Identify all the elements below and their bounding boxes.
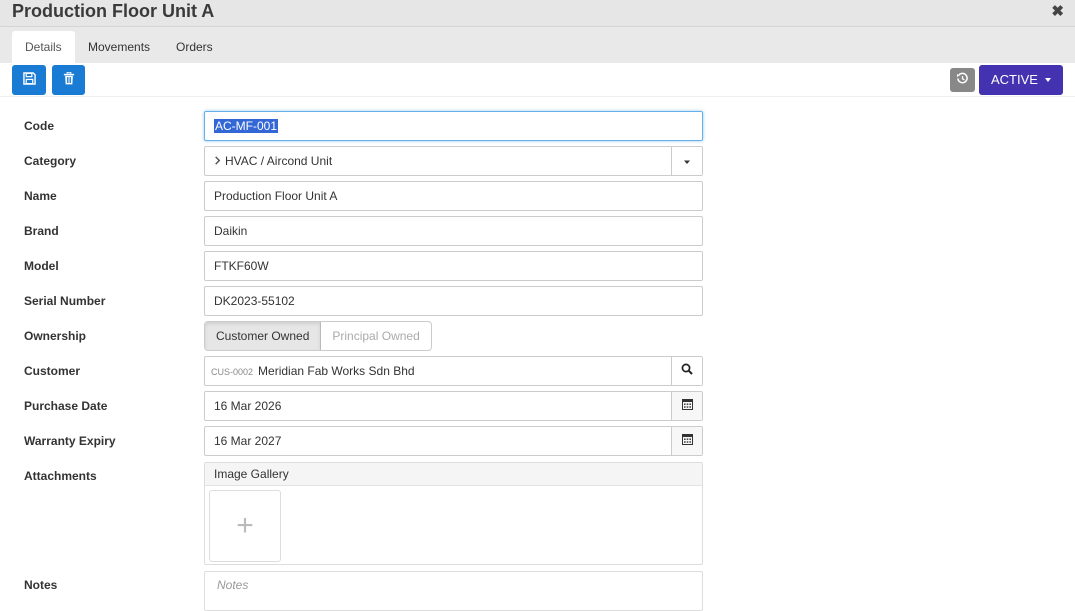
- caret-down-icon: [683, 147, 691, 175]
- delete-button[interactable]: [52, 65, 85, 95]
- serial-number-label: Serial Number: [24, 294, 106, 308]
- category-dropdown-toggle[interactable]: [671, 147, 702, 175]
- model-value: FTKF60W: [214, 259, 269, 273]
- code-label: Code: [24, 119, 54, 133]
- plus-icon: +: [236, 509, 254, 542]
- serial-number-input[interactable]: DK2023-55102: [204, 286, 703, 316]
- customer-search-button[interactable]: [671, 357, 702, 385]
- notes-placeholder: Notes: [217, 578, 249, 592]
- code-value: AC-MF-001: [214, 119, 279, 133]
- history-icon: [956, 72, 969, 88]
- status-label: ACTIVE: [991, 72, 1038, 87]
- customer-label: Customer: [24, 364, 81, 378]
- brand-label: Brand: [24, 224, 59, 238]
- page-title: Production Floor Unit A: [12, 1, 215, 21]
- notes-label: Notes: [24, 578, 58, 592]
- tab-orders[interactable]: Orders: [163, 31, 226, 63]
- title-bar: Production Floor Unit A ✖: [0, 0, 1075, 27]
- code-input[interactable]: AC-MF-001: [204, 111, 703, 141]
- warranty-expiry-picker-button[interactable]: [671, 427, 702, 455]
- caret-down-icon: [1045, 78, 1051, 82]
- calendar-icon: [681, 427, 693, 455]
- tab-bar: Details Movements Orders: [0, 27, 1075, 63]
- trash-icon: [63, 71, 75, 88]
- attachments-label: Attachments: [24, 469, 97, 483]
- chevron-right-icon: [214, 147, 221, 175]
- model-input[interactable]: FTKF60W: [204, 251, 703, 281]
- tab-details[interactable]: Details: [12, 31, 75, 63]
- category-label: Category: [24, 154, 77, 168]
- purchase-date-value: 16 Mar 2026: [214, 399, 282, 413]
- name-input[interactable]: Production Floor Unit A: [204, 181, 703, 211]
- ownership-toggle: Customer Owned Principal Owned: [204, 321, 432, 351]
- name-label: Name: [24, 189, 57, 203]
- serial-number-value: DK2023-55102: [214, 294, 295, 308]
- status-dropdown-button[interactable]: ACTIVE: [979, 65, 1063, 95]
- search-icon: [681, 357, 693, 385]
- add-image-button[interactable]: +: [209, 490, 281, 562]
- tab-movements[interactable]: Movements: [75, 31, 163, 63]
- close-icon[interactable]: ✖: [1051, 2, 1064, 20]
- model-label: Model: [24, 259, 59, 273]
- brand-input[interactable]: Daikin: [204, 216, 703, 246]
- history-button[interactable]: [950, 68, 975, 92]
- floppy-disk-icon: [22, 72, 36, 88]
- image-gallery-title: Image Gallery: [205, 463, 702, 486]
- purchase-date-input[interactable]: 16 Mar 2026: [204, 391, 703, 421]
- customer-input[interactable]: CUS-0002 Meridian Fab Works Sdn Bhd: [204, 356, 703, 386]
- notes-textarea[interactable]: Notes: [204, 571, 703, 611]
- category-select[interactable]: HVAC / Aircond Unit: [204, 146, 703, 176]
- save-button[interactable]: [12, 65, 46, 95]
- ownership-option-principal-owned[interactable]: Principal Owned: [321, 322, 430, 350]
- warranty-expiry-label: Warranty Expiry: [24, 434, 116, 448]
- purchase-date-picker-button[interactable]: [671, 392, 702, 420]
- calendar-icon: [681, 392, 693, 420]
- ownership-option-customer-owned[interactable]: Customer Owned: [205, 322, 322, 350]
- name-value: Production Floor Unit A: [214, 189, 338, 203]
- warranty-expiry-value: 16 Mar 2027: [214, 434, 282, 448]
- purchase-date-label: Purchase Date: [24, 399, 108, 413]
- toolbar: ACTIVE: [0, 63, 1075, 97]
- category-value: HVAC / Aircond Unit: [225, 154, 333, 168]
- customer-code: CUS-0002: [211, 367, 254, 377]
- warranty-expiry-input[interactable]: 16 Mar 2027: [204, 426, 703, 456]
- ownership-label: Ownership: [24, 329, 87, 343]
- customer-value: Meridian Fab Works Sdn Bhd: [258, 364, 415, 378]
- image-gallery: Image Gallery +: [204, 462, 703, 565]
- brand-value: Daikin: [214, 224, 248, 238]
